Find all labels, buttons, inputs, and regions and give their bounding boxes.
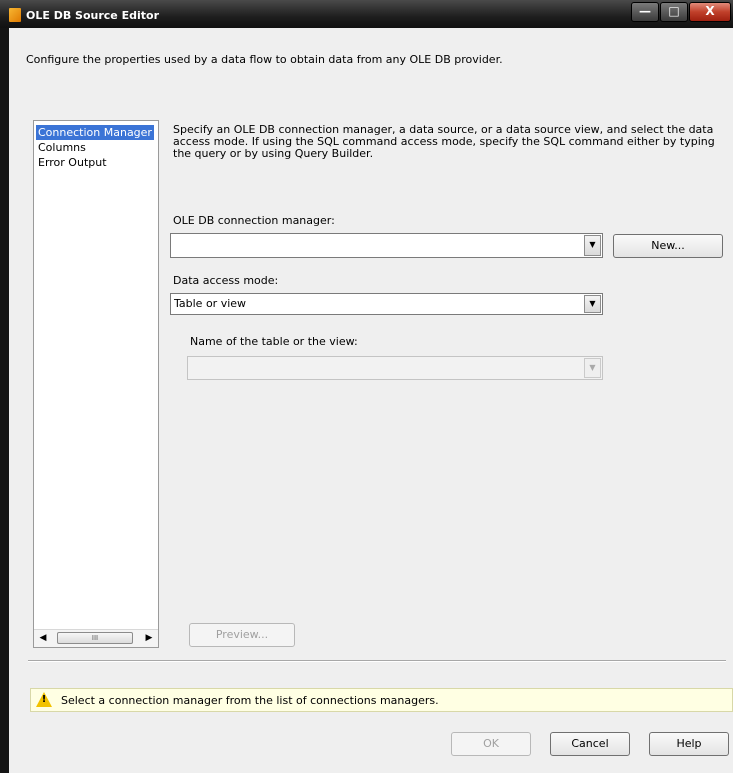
page-list[interactable]: Connection Manager Columns Error Output …	[33, 120, 159, 648]
scroll-left-icon[interactable]: ◀	[37, 632, 49, 644]
preview-button[interactable]: Preview...	[189, 623, 295, 647]
close-icon: X	[705, 4, 715, 18]
close-button[interactable]: X	[689, 2, 731, 22]
scroll-right-icon[interactable]: ▶	[143, 632, 155, 644]
access-mode-label: Data access mode:	[173, 274, 279, 287]
cancel-button[interactable]: Cancel	[550, 732, 630, 756]
table-name-combo[interactable]: ▼	[187, 356, 603, 380]
scroll-thumb[interactable]: III	[57, 632, 133, 644]
dialog-window: OLE DB Source Editor — □ X Configure the…	[0, 0, 733, 773]
nav-item-connection-manager[interactable]: Connection Manager	[36, 125, 154, 140]
status-message-text: Select a connection manager from the lis…	[61, 694, 439, 707]
nav-item-error-output[interactable]: Error Output	[36, 155, 109, 170]
title-bar[interactable]: OLE DB Source Editor — □ X	[0, 0, 733, 28]
help-button[interactable]: Help	[649, 732, 729, 756]
connection-manager-label: OLE DB connection manager:	[173, 214, 335, 227]
ok-button[interactable]: OK	[451, 732, 531, 756]
access-mode-value: Table or view	[174, 297, 247, 310]
dialog-description: Configure the properties used by a data …	[26, 53, 503, 66]
minimize-button[interactable]: —	[631, 2, 659, 22]
maximize-button[interactable]: □	[660, 2, 688, 22]
access-mode-combo[interactable]: Table or view ▼	[170, 293, 603, 315]
help-text: Specify an OLE DB connection manager, a …	[173, 123, 715, 160]
table-name-label: Name of the table or the view:	[190, 335, 358, 348]
app-icon	[9, 8, 21, 22]
window-title: OLE DB Source Editor	[26, 9, 159, 22]
maximize-icon: □	[668, 4, 680, 18]
status-message-bar: ! Select a connection manager from the l…	[30, 688, 733, 712]
warning-icon-mark: !	[41, 694, 47, 705]
minimize-icon: —	[639, 4, 651, 18]
connection-manager-combo[interactable]: ▼	[170, 233, 603, 258]
separator-highlight	[28, 661, 726, 662]
horizontal-scrollbar[interactable]: ◀ III ▶	[34, 629, 158, 647]
chevron-down-icon[interactable]: ▼	[584, 295, 601, 313]
new-button[interactable]: New...	[613, 234, 723, 258]
nav-item-columns[interactable]: Columns	[36, 140, 88, 155]
chevron-down-icon[interactable]: ▼	[584, 235, 601, 256]
chevron-down-icon[interactable]: ▼	[584, 358, 601, 378]
